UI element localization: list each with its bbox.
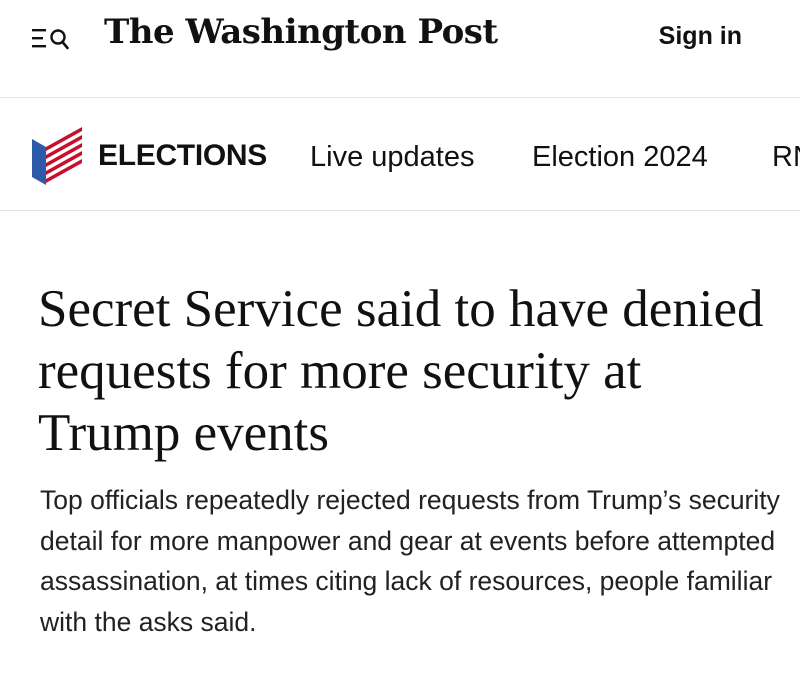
- nav-link-live-updates[interactable]: Live updates: [310, 141, 474, 174]
- menu-search-icon[interactable]: [30, 24, 70, 54]
- article-headline: Secret Service said to have denied reque…: [38, 280, 764, 462]
- nav-link-rnc[interactable]: RN: [772, 141, 800, 174]
- masthead-logo[interactable]: The Washington Post: [104, 12, 498, 52]
- nav-link-election-2024[interactable]: Election 2024: [532, 141, 708, 174]
- sign-in-button[interactable]: Sign in: [659, 22, 742, 51]
- elections-flag-icon: [30, 125, 84, 192]
- top-header: The Washington Post Sign in: [0, 0, 800, 98]
- section-nav: ELECTIONS Live updates Election 2024 RN: [0, 99, 800, 211]
- article-dek: Top officials repeatedly rejected reques…: [40, 485, 780, 637]
- section-title-elections[interactable]: ELECTIONS: [98, 139, 267, 173]
